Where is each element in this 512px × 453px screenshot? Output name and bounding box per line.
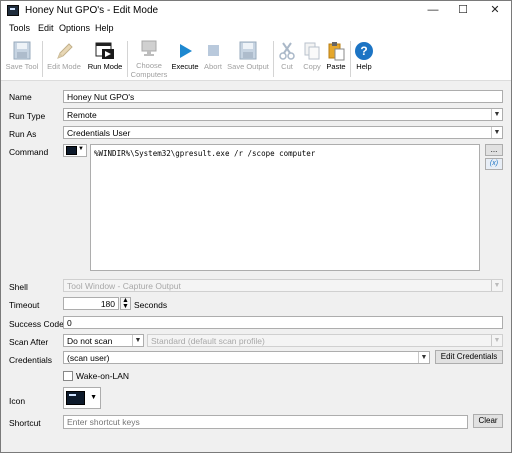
toolbar-separator xyxy=(42,41,43,77)
credentials-select[interactable]: (scan user) ▼ xyxy=(63,351,430,364)
clipboard-icon xyxy=(325,41,347,61)
copy-button[interactable]: Copy xyxy=(299,39,325,79)
save-tool-button[interactable]: Save Tool xyxy=(5,39,39,79)
paste-button[interactable]: Paste xyxy=(324,39,348,79)
clear-button[interactable]: Clear xyxy=(473,414,503,428)
console-icon xyxy=(66,146,77,155)
run-type-value: Remote xyxy=(67,110,97,120)
chevron-down-icon: ▼ xyxy=(418,352,429,363)
menu-edit[interactable]: Edit xyxy=(38,23,54,33)
chevron-down-icon: ▼ xyxy=(78,146,84,152)
floppy-disk-icon xyxy=(237,41,259,61)
toolbar-separator xyxy=(273,41,274,77)
scan-after-value: Do not scan xyxy=(67,336,113,346)
run-as-value: Credentials User xyxy=(67,128,131,138)
execute-button[interactable]: Execute xyxy=(170,39,200,79)
edit-mode-window: Honey Nut GPO's - Edit Mode — ☐ ✕ Tools … xyxy=(0,0,512,453)
title-bar: Honey Nut GPO's - Edit Mode — ☐ ✕ xyxy=(1,1,511,21)
floppy-disk-icon xyxy=(11,41,33,61)
name-input[interactable]: Honey Nut GPO's xyxy=(63,90,503,103)
menu-options[interactable]: Options xyxy=(59,23,90,33)
timeout-stepper[interactable]: ▲ ▼ xyxy=(120,297,131,310)
command-label: Command xyxy=(9,147,49,157)
timeout-label: Timeout xyxy=(9,300,40,310)
pencil-icon xyxy=(53,41,75,61)
close-button[interactable]: ✕ xyxy=(481,1,509,21)
run-as-select[interactable]: Credentials User ▼ xyxy=(63,126,503,139)
copy-icon xyxy=(301,41,323,61)
menu-help[interactable]: Help xyxy=(95,23,114,33)
chevron-down-icon: ▼ xyxy=(491,280,502,291)
scan-after-label: Scan After xyxy=(9,337,49,347)
choose-computers-button[interactable]: Choose Computers xyxy=(129,39,169,79)
toolbar-separator xyxy=(127,41,128,77)
shell-label: Shell xyxy=(9,282,28,292)
menu-bar: Tools Edit Options Help xyxy=(1,21,511,37)
chevron-down-icon: ▼ xyxy=(491,109,502,120)
minimize-button[interactable]: — xyxy=(419,1,447,21)
credentials-label: Credentials xyxy=(9,355,52,365)
shortcut-label: Shortcut xyxy=(9,418,41,428)
help-button[interactable]: ? Help xyxy=(352,39,376,79)
wake-on-lan-label: Wake-on-LAN xyxy=(76,371,130,381)
scan-after-select[interactable]: Do not scan ▼ xyxy=(63,334,144,347)
run-type-label: Run Type xyxy=(9,111,46,121)
app-icon xyxy=(7,5,19,16)
toolbar: Save Tool Edit Mode Run Mode Choose Comp… xyxy=(1,37,511,81)
cut-button[interactable]: Cut xyxy=(276,39,298,79)
chevron-down-icon: ▼ xyxy=(90,394,97,401)
scan-profile-select[interactable]: Standard (default scan profile) ▼ xyxy=(147,334,503,347)
shell-value: Tool Window - Capture Output xyxy=(67,281,181,291)
success-codes-label: Success Codes xyxy=(9,319,69,329)
menu-tools[interactable]: Tools xyxy=(9,23,30,33)
browse-button[interactable]: ... xyxy=(485,144,503,156)
command-type-dropdown[interactable]: ▼ xyxy=(63,144,87,157)
chevron-down-icon: ▼ xyxy=(491,127,502,138)
run-mode-button[interactable]: Run Mode xyxy=(85,39,125,79)
help-icon: ? xyxy=(353,41,375,61)
play-icon xyxy=(174,41,196,61)
console-icon xyxy=(66,391,85,405)
scissors-icon xyxy=(276,41,298,61)
chevron-down-icon: ▼ xyxy=(132,335,143,346)
run-window-icon xyxy=(94,41,116,61)
credentials-value: (scan user) xyxy=(67,353,110,363)
svg-text:?: ? xyxy=(360,44,367,58)
scan-profile-value: Standard (default scan profile) xyxy=(151,336,265,346)
timeout-input[interactable]: 180 xyxy=(63,297,119,310)
shortcut-input[interactable] xyxy=(63,415,468,429)
command-textarea[interactable]: %WINDIR%\System32\gpresult.exe /r /scope… xyxy=(90,144,480,271)
run-type-select[interactable]: Remote ▼ xyxy=(63,108,503,121)
maximize-button[interactable]: ☐ xyxy=(449,1,477,21)
icon-picker[interactable]: ▼ xyxy=(63,387,101,409)
stop-icon xyxy=(202,41,224,61)
wake-on-lan-checkbox[interactable] xyxy=(63,371,73,381)
computer-icon xyxy=(138,40,160,60)
name-label: Name xyxy=(9,92,32,102)
success-codes-input[interactable]: 0 xyxy=(63,316,503,329)
save-output-button[interactable]: Save Output xyxy=(226,39,270,79)
chevron-down-icon: ▼ xyxy=(491,335,502,346)
abort-button[interactable]: Abort xyxy=(200,39,226,79)
edit-credentials-button[interactable]: Edit Credentials xyxy=(435,350,503,364)
run-as-label: Run As xyxy=(9,129,37,139)
edit-mode-button[interactable]: Edit Mode xyxy=(45,39,83,79)
shell-select[interactable]: Tool Window - Capture Output ▼ xyxy=(63,279,503,292)
toolbar-separator xyxy=(350,41,351,77)
variables-button[interactable]: (x) xyxy=(485,158,503,170)
window-title: Honey Nut GPO's - Edit Mode xyxy=(25,5,159,16)
timeout-unit: Seconds xyxy=(134,300,168,310)
icon-label: Icon xyxy=(9,396,26,406)
